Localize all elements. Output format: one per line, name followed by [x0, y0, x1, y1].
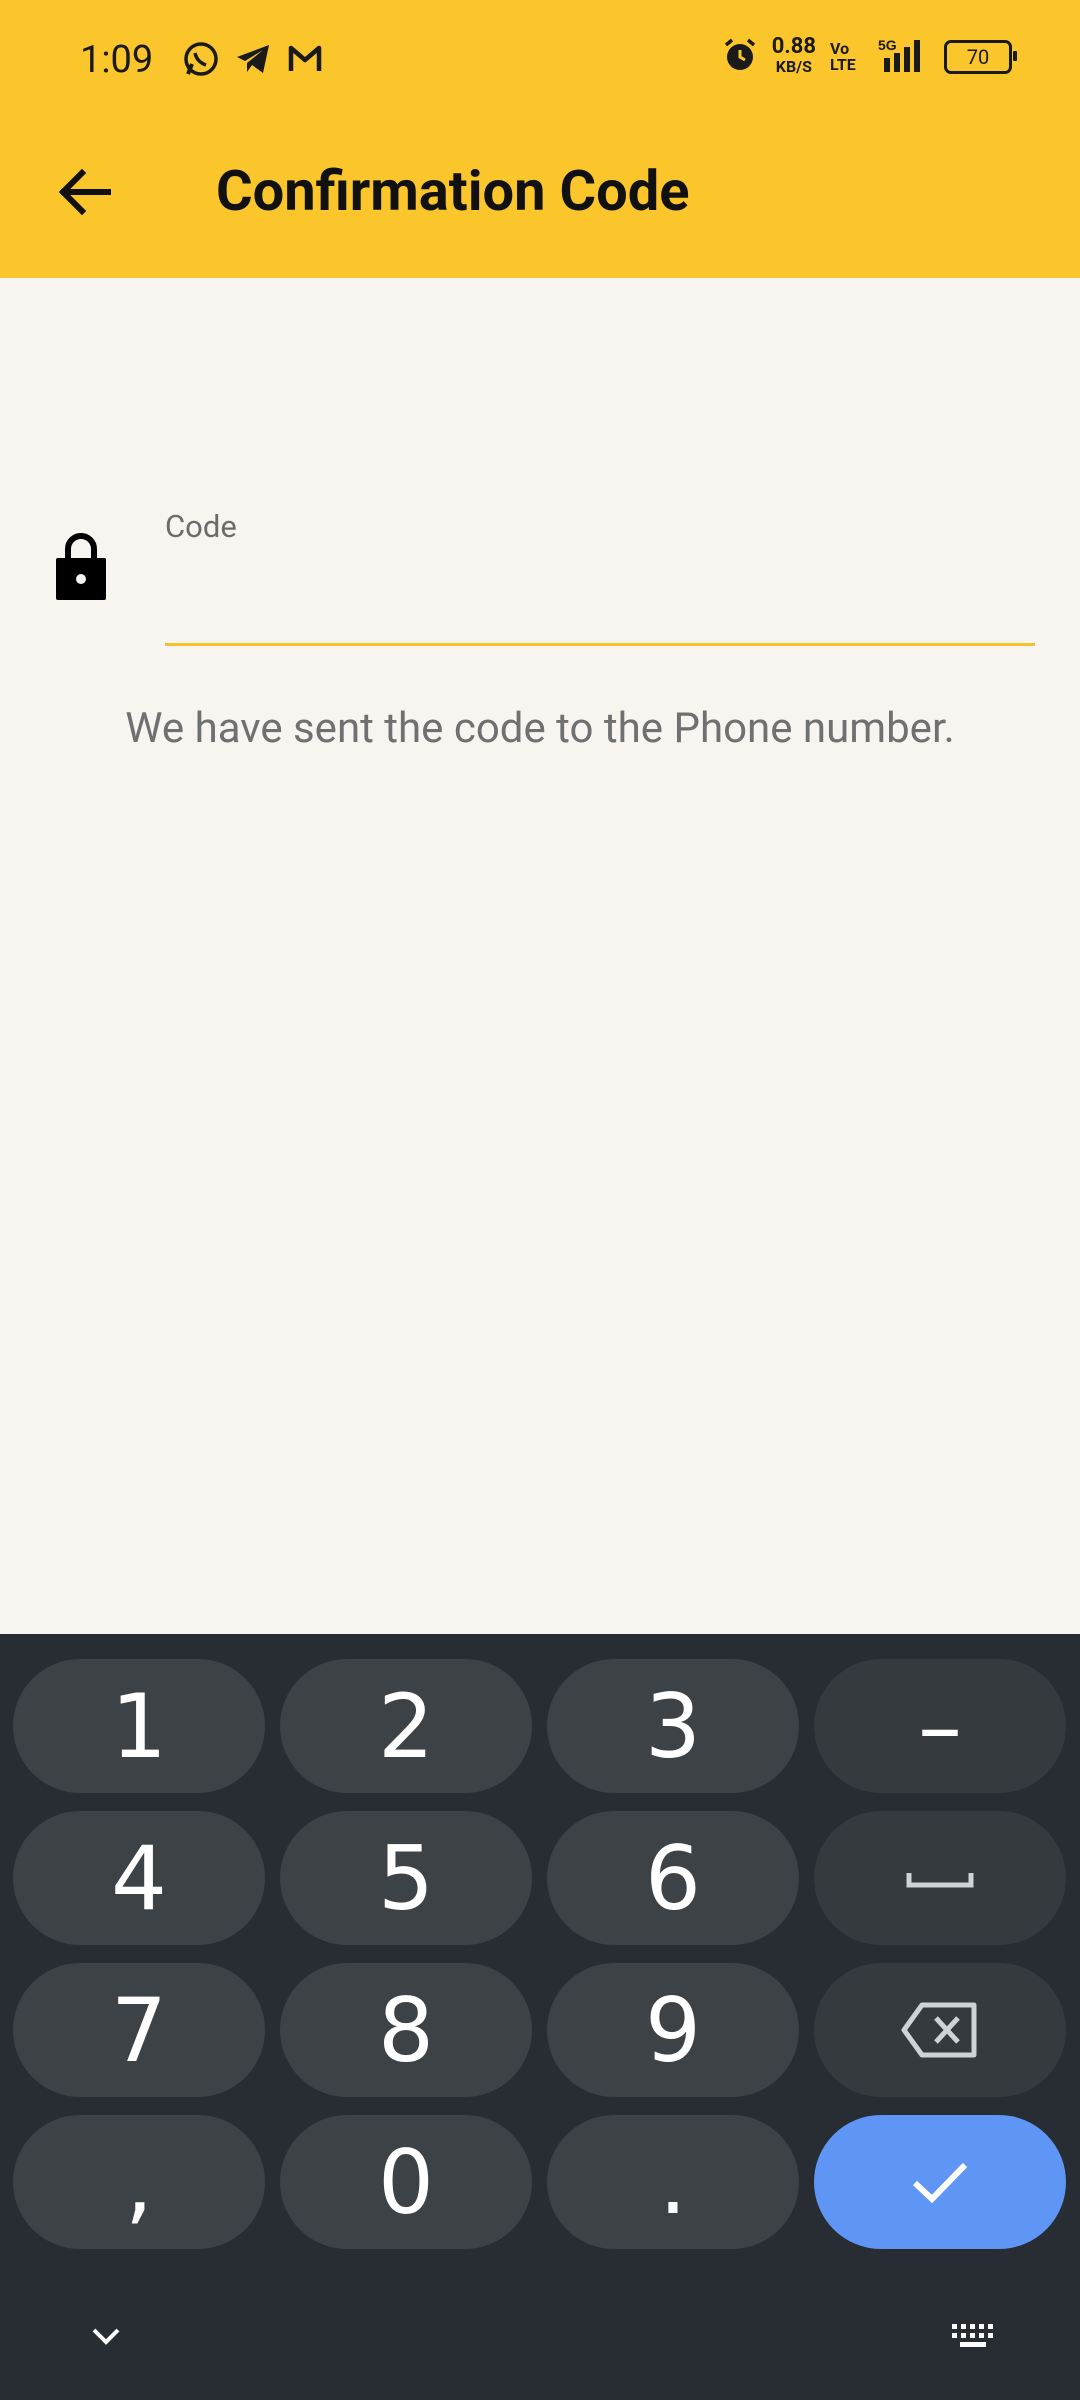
chevron-down-icon — [92, 2328, 120, 2345]
key-8[interactable]: 8 — [280, 1963, 532, 2097]
status-indicators: 0.88 KB/S Vo LTE 5G 70 — [722, 34, 1017, 78]
backspace-key[interactable] — [814, 1963, 1066, 2097]
switch-keyboard-button[interactable] — [946, 2310, 1002, 2362]
key-6[interactable]: 6 — [547, 1811, 799, 1945]
arrow-left-icon — [58, 168, 111, 216]
key-5[interactable]: 5 — [280, 1811, 532, 1945]
code-input[interactable] — [165, 555, 1035, 646]
key-4[interactable]: 4 — [13, 1811, 265, 1945]
code-sent-message: We have sent the code to the Phone numbe… — [125, 704, 955, 753]
key-period[interactable]: . — [547, 2115, 799, 2249]
keyboard-icon — [952, 2324, 993, 2347]
battery-indicator: 70 — [944, 40, 1017, 74]
network-type: 5G — [878, 37, 897, 53]
volte-indicator: Vo LTE — [830, 39, 856, 74]
back-button[interactable] — [52, 160, 116, 224]
alarm-icon — [722, 37, 758, 77]
enter-key[interactable] — [814, 2115, 1066, 2249]
lock-icon — [56, 532, 106, 600]
whatsapp-icon — [182, 40, 220, 78]
key-7[interactable]: 7 — [13, 1963, 265, 2097]
backspace-icon — [901, 2002, 977, 2058]
key-0[interactable]: 0 — [280, 2115, 532, 2249]
gmail-icon — [286, 40, 324, 78]
key-3[interactable]: 3 — [547, 1659, 799, 1793]
status-time: 1:09 — [80, 38, 154, 82]
page-title: Confirmation Code — [216, 158, 690, 224]
telegram-icon — [234, 40, 272, 78]
key-2[interactable]: 2 — [280, 1659, 532, 1793]
notification-icons — [182, 40, 324, 78]
signal-icon: 5G — [870, 36, 930, 78]
space-icon — [906, 1873, 974, 1888]
hide-keyboard-button[interactable] — [80, 2310, 132, 2362]
key-dash[interactable]: – — [814, 1659, 1066, 1793]
checkmark-icon — [912, 2162, 968, 2204]
network-speed: 0.88 KB/S — [771, 34, 816, 77]
code-field-label: Code — [165, 508, 237, 545]
key-1[interactable]: 1 — [13, 1659, 265, 1793]
key-9[interactable]: 9 — [547, 1963, 799, 2097]
key-comma[interactable]: , — [13, 2115, 265, 2249]
space-key[interactable] — [814, 1811, 1066, 1945]
app-bar: 1:09 0.88 KB/S Vo LTE 5G 70 Confirmation… — [0, 0, 1080, 278]
